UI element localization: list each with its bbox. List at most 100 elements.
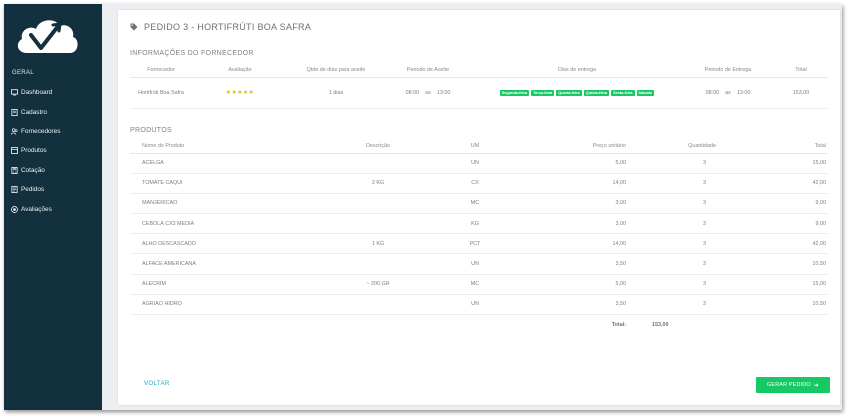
sidebar: GERAL Dashboard Cadastro Fornecedores Pr… bbox=[4, 4, 102, 410]
product-total: 10,50 bbox=[748, 294, 828, 316]
tag-icon bbox=[130, 23, 138, 31]
col-header-descricao: Descrição bbox=[318, 140, 438, 154]
supplier-name: Hortifrúti Boa Safra bbox=[130, 77, 192, 109]
product-total: 10,50 bbox=[748, 253, 828, 275]
sidebar-item-label: Cadastro bbox=[21, 108, 47, 116]
supplier-row: Hortifrúti Boa Safra ★★★★★ 1 dias 08:00 … bbox=[130, 77, 828, 109]
col-header-nome: Nome do Produto bbox=[130, 140, 318, 154]
product-total: 15,00 bbox=[748, 153, 828, 174]
products-total-value: 153,00 bbox=[652, 321, 669, 328]
delivery-sep: as bbox=[725, 89, 731, 96]
receipt-icon bbox=[11, 186, 18, 194]
table-row: CEBOLA CX3 MEDIA KG 3,00 3 9,00 bbox=[130, 213, 828, 235]
product-total: 9,00 bbox=[748, 193, 828, 215]
products-table: Nome do Produto Descrição UM Preço unitá… bbox=[130, 140, 828, 335]
generate-order-label: GERAR PEDIDO bbox=[767, 382, 811, 388]
rating-stars: ★★★★★ bbox=[225, 90, 255, 96]
sidebar-item-label: Pedidos bbox=[21, 186, 45, 194]
table-row: ACELGA UN 5,00 3 15,00 bbox=[130, 153, 828, 174]
product-um: UN bbox=[438, 294, 512, 316]
product-name: CEBOLA CX3 MEDIA bbox=[130, 213, 318, 235]
product-qty: 3 bbox=[628, 233, 748, 255]
generate-order-button[interactable]: GERAR PEDIDO ➜ bbox=[756, 377, 830, 393]
col-header-total: Total bbox=[774, 64, 828, 78]
supplier-table: Fornecedor Avaliação Qtde de dias para a… bbox=[130, 64, 828, 109]
logo-cloud-check-icon bbox=[17, 20, 78, 53]
product-um: UN bbox=[438, 253, 512, 275]
sidebar-item-produtos[interactable]: Produtos bbox=[4, 141, 102, 160]
product-price: 14,00 bbox=[512, 173, 628, 194]
sidebar-item-cotacao[interactable]: Cotação bbox=[4, 161, 102, 180]
col-header-periodo-aceite: Periodo de Aceite bbox=[384, 64, 472, 78]
product-qty: 3 bbox=[628, 173, 748, 194]
product-desc bbox=[318, 153, 438, 174]
products-total-row: Total: 153,00 bbox=[130, 315, 828, 335]
product-name: ALHO DESCASCADO bbox=[130, 233, 318, 255]
product-desc: 1 KG bbox=[318, 233, 438, 255]
product-qty: 3 bbox=[628, 294, 748, 316]
delivery-day-badge: Quarta-feira bbox=[556, 89, 582, 96]
product-desc bbox=[318, 193, 438, 215]
table-row: MANJERICAO MC 3,00 3 9,00 bbox=[130, 193, 828, 215]
product-um: UN bbox=[438, 153, 512, 174]
accept-to: 13:00 bbox=[436, 89, 451, 96]
back-button[interactable]: VOLTAR bbox=[144, 380, 170, 387]
product-um: KG bbox=[438, 213, 512, 235]
sidebar-item-label: Fornecedores bbox=[21, 127, 61, 135]
product-um: CX bbox=[438, 173, 512, 194]
product-name: TOMATE CAQUI bbox=[130, 173, 318, 194]
product-name: ALECRIM bbox=[130, 274, 318, 295]
product-price: 3,50 bbox=[512, 294, 628, 316]
document-icon bbox=[11, 108, 18, 116]
accept-from: 08:00 bbox=[405, 89, 420, 96]
calculator-icon bbox=[11, 166, 18, 174]
col-header-avaliacao: Avaliação bbox=[192, 64, 288, 78]
sidebar-item-label: Produtos bbox=[21, 147, 47, 155]
col-header-fornecedor: Fornecedor bbox=[130, 64, 192, 78]
arrow-right-icon: ➜ bbox=[813, 382, 819, 389]
product-um: MC bbox=[438, 274, 512, 295]
accept-sep: as bbox=[425, 89, 431, 96]
product-desc bbox=[318, 253, 438, 275]
product-qty: 3 bbox=[628, 213, 748, 235]
sidebar-item-dashboard[interactable]: Dashboard bbox=[4, 83, 102, 102]
product-name: MANJERICAO bbox=[130, 193, 318, 215]
col-header-periodo-entrega: Periodo de Entrega bbox=[682, 64, 774, 78]
accept-period: 08:00 as 13:00 bbox=[384, 77, 472, 109]
products-section-title: PRODUTOS bbox=[130, 127, 172, 134]
product-desc: 2 KG bbox=[318, 173, 438, 194]
sidebar-item-label: Dashboard bbox=[21, 89, 53, 97]
product-qty: 3 bbox=[628, 153, 748, 174]
sidebar-nav: Dashboard Cadastro Fornecedores Produtos… bbox=[4, 83, 102, 219]
col-header-um: UM bbox=[438, 140, 512, 154]
products-header-row: Nome do Produto Descrição UM Preço unitá… bbox=[130, 140, 828, 154]
product-um: PCT bbox=[438, 233, 512, 255]
delivery-to: 13:00 bbox=[736, 89, 751, 96]
product-price: 3,50 bbox=[512, 253, 628, 275]
sidebar-item-pedidos[interactable]: Pedidos bbox=[4, 180, 102, 199]
product-price: 14,00 bbox=[512, 233, 628, 255]
delivery-day-badge: Sexta-feira bbox=[611, 89, 635, 96]
product-um: MC bbox=[438, 193, 512, 215]
product-total: 15,00 bbox=[748, 274, 828, 295]
product-qty: 3 bbox=[628, 274, 748, 295]
sidebar-item-cadastro[interactable]: Cadastro bbox=[4, 102, 102, 121]
nav-section-title: GERAL bbox=[12, 70, 34, 76]
col-header-quantidade: Quantidade bbox=[628, 140, 748, 154]
col-header-dias-entrega: Dias de entrega bbox=[472, 64, 682, 78]
sidebar-item-fornecedores[interactable]: Fornecedores bbox=[4, 122, 102, 141]
accept-days: 1 dias bbox=[288, 77, 384, 109]
page-title-row: PEDIDO 3 - HORTIFRÚTI BOA SAFRA bbox=[130, 22, 311, 32]
product-price: 5,00 bbox=[512, 274, 628, 295]
table-row: ALFACE AMERICANA UN 3,50 3 10,50 bbox=[130, 253, 828, 275]
delivery-days-badges: Segunda-feira Terça-feira Quarta-feira Q… bbox=[487, 89, 667, 96]
app-window: GERAL Dashboard Cadastro Fornecedores Pr… bbox=[4, 4, 842, 410]
product-total: 42,00 bbox=[748, 233, 828, 255]
page-title: PEDIDO 3 - HORTIFRÚTI BOA SAFRA bbox=[144, 22, 312, 32]
delivery-day-badge: Segunda-feira bbox=[499, 89, 530, 96]
users-icon bbox=[11, 128, 18, 135]
delivery-period: 08:00 as 13:00 bbox=[682, 77, 774, 109]
box-icon bbox=[11, 147, 18, 155]
product-price: 3,00 bbox=[512, 213, 628, 235]
sidebar-item-avaliacoes[interactable]: Avaliações bbox=[4, 199, 102, 218]
